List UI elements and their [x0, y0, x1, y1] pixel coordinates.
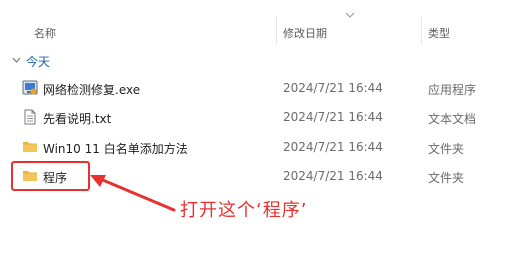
sort-chevron-icon[interactable] — [345, 12, 355, 18]
column-header-type[interactable]: 类型 — [428, 25, 450, 41]
exe-app-icon — [22, 80, 38, 95]
column-separator[interactable] — [276, 16, 277, 44]
file-row[interactable]: 网络检测修复.exe 2024/7/21 16:44 应用程序 — [0, 75, 530, 101]
column-separator[interactable] — [421, 16, 422, 44]
highlight-box — [11, 161, 90, 191]
group-label: 今天 — [26, 55, 51, 69]
group-header-today[interactable]: 今天 — [0, 52, 530, 70]
file-type: 文本文档 — [428, 112, 477, 126]
file-type: 文件夹 — [428, 142, 465, 156]
file-type: 文件夹 — [428, 171, 465, 185]
file-name[interactable]: Win10 11 白名单添加方法 — [43, 140, 188, 157]
file-date: 2024/7/21 16:44 — [283, 110, 383, 124]
file-row[interactable]: Win10 11 白名单添加方法 2024/7/21 16:44 文件夹 — [0, 134, 530, 160]
file-name[interactable]: 先看说明.txt — [43, 110, 111, 127]
file-date: 2024/7/21 16:44 — [283, 140, 383, 154]
file-type: 应用程序 — [428, 83, 477, 97]
folder-icon — [23, 142, 37, 152]
file-row[interactable]: 先看说明.txt 2024/7/21 16:44 文本文档 — [0, 104, 530, 130]
file-date: 2024/7/21 16:44 — [283, 81, 383, 95]
column-header-date[interactable]: 修改日期 — [283, 25, 327, 41]
column-header-name[interactable]: 名称 — [34, 25, 56, 41]
file-date: 2024/7/21 16:44 — [283, 169, 383, 183]
annotation-arrow-icon — [90, 175, 176, 212]
column-header-bar: 名称 修改日期 类型 — [0, 0, 530, 44]
text-file-icon — [24, 109, 36, 125]
file-name[interactable]: 网络检测修复.exe — [43, 81, 140, 98]
chevron-down-icon[interactable] — [12, 57, 21, 63]
annotation-text: 打开这个‘程序’ — [180, 200, 308, 221]
